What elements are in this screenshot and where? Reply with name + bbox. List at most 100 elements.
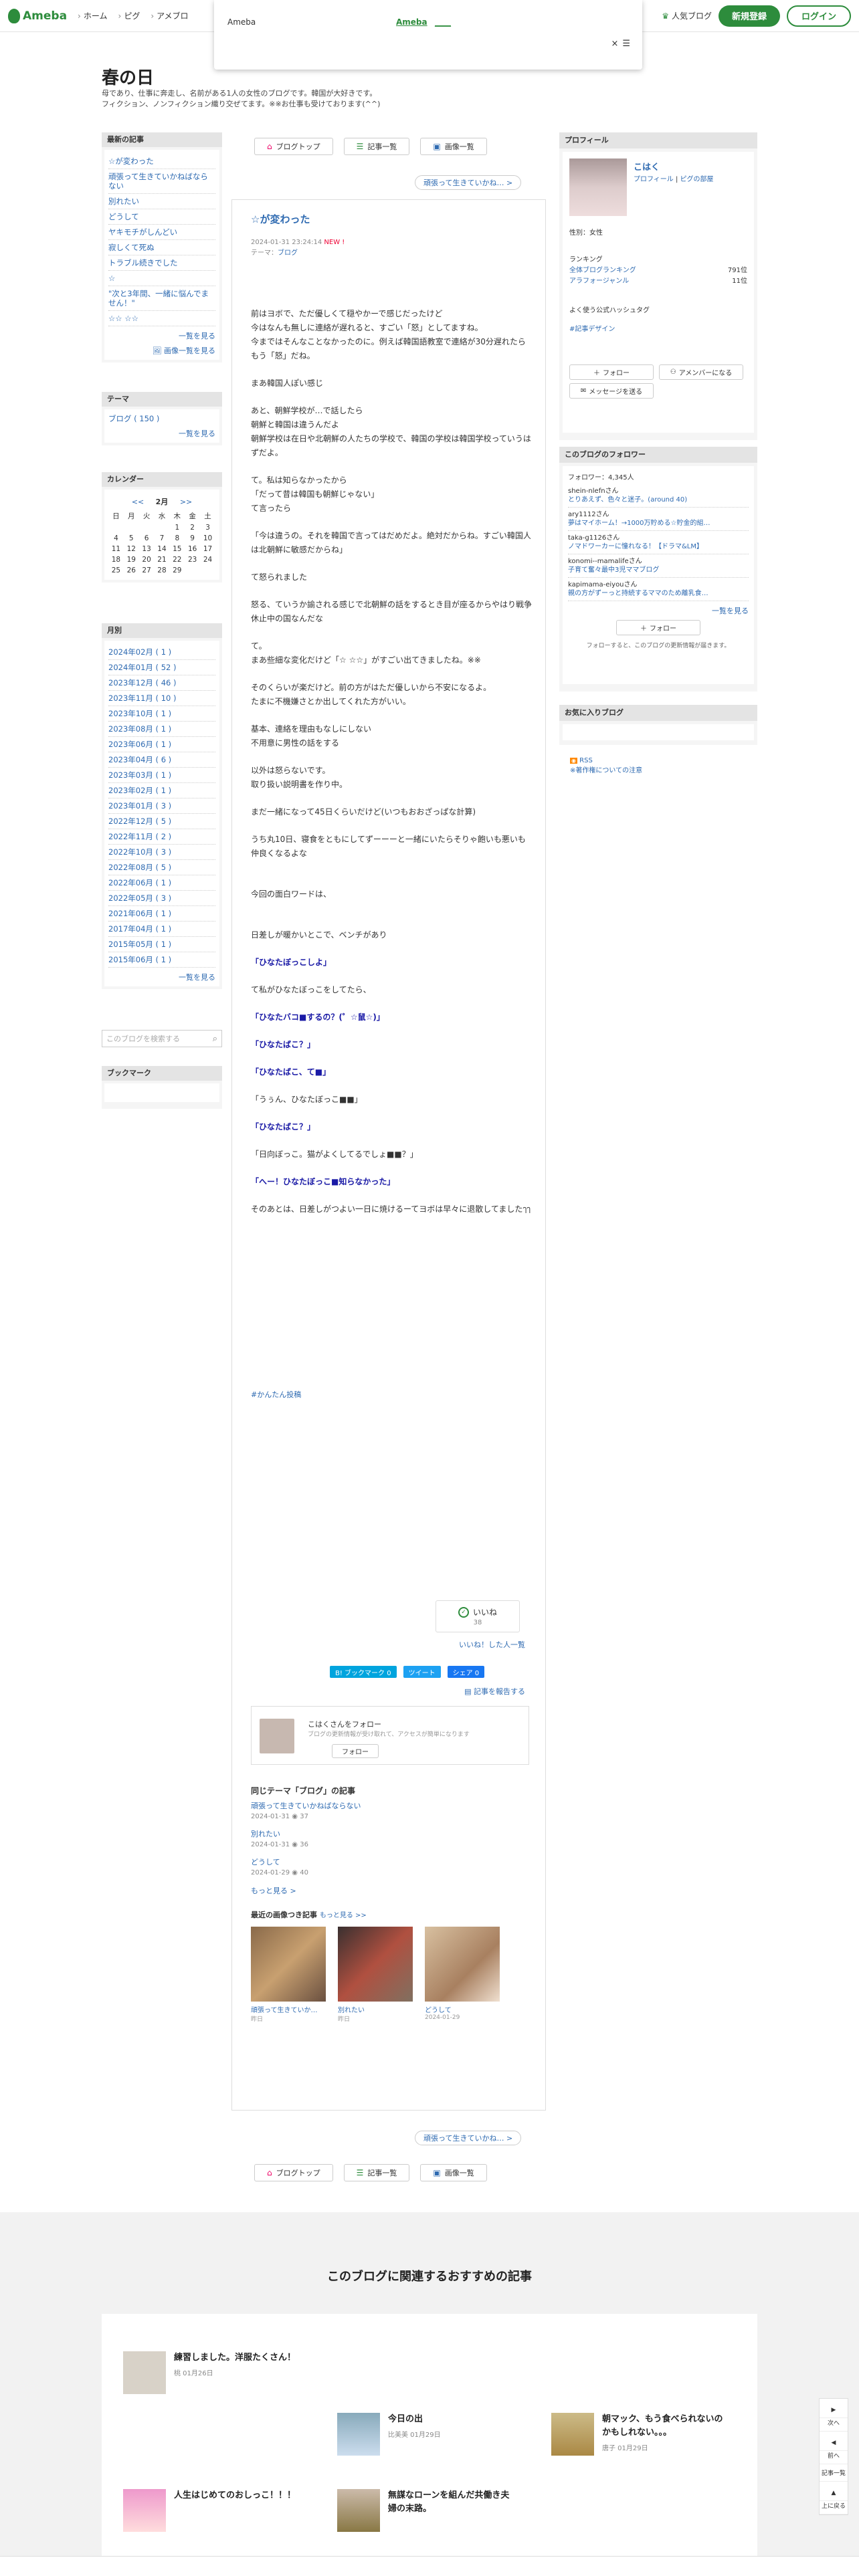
- recent-article-item[interactable]: ヤキモチがしんどい: [108, 225, 215, 240]
- nav-pigg[interactable]: ピグ: [118, 10, 140, 21]
- rss-link[interactable]: RSS: [579, 757, 593, 764]
- archive-item[interactable]: 2015年05月 ( 1 ): [108, 937, 215, 952]
- tweet-button[interactable]: ツイート: [403, 1666, 441, 1678]
- follower-item[interactable]: kapimama-eiyouさん 親の方がずーっと持続するママのため離乳食…: [568, 578, 749, 601]
- recent-image-more-link[interactable]: もっと見る >>: [320, 1912, 367, 1919]
- recent-image-article[interactable]: どうして 2024-01-29: [425, 1927, 500, 2023]
- calendar-day[interactable]: 19: [124, 554, 139, 565]
- calendar-day[interactable]: 25: [108, 565, 124, 576]
- calendar-day[interactable]: 5: [124, 533, 139, 544]
- archive-item[interactable]: 2023年06月 ( 1 ): [108, 737, 215, 752]
- search-icon[interactable]: ⌕: [213, 1034, 217, 1044]
- ameba-logo[interactable]: Ameba: [8, 8, 67, 23]
- recent-article-item[interactable]: 寂しくて死ぬ: [108, 240, 215, 255]
- hatena-bookmark-button[interactable]: B! ブックマーク 0: [330, 1666, 397, 1678]
- recommend-item[interactable]: 朝マック、もう食べられないのかもしれない。。。 唐子 01月29日: [551, 2413, 729, 2456]
- calendar-day[interactable]: [200, 565, 215, 576]
- recent-article-item[interactable]: "次と3年間、一緒に悩んでません！": [108, 286, 215, 311]
- archive-item[interactable]: 2023年04月 ( 6 ): [108, 752, 215, 768]
- calendar-day[interactable]: 12: [124, 544, 139, 554]
- calendar-day[interactable]: [108, 522, 124, 533]
- signup-button[interactable]: 新規登録: [718, 5, 780, 27]
- recommend-item[interactable]: 練習しました。洋服たくさん！ 桃 01月26日: [123, 2351, 301, 2394]
- calendar-day[interactable]: 6: [139, 533, 155, 544]
- recent-image-article[interactable]: 別れたい 昨日: [338, 1927, 413, 2023]
- blog-top-button[interactable]: ⌂ ブログトップ: [254, 138, 333, 155]
- recent-article-item[interactable]: トラブル続きでした: [108, 255, 215, 271]
- follower-item[interactable]: ary1112さん 夢はマイホーム！→1000万貯める☆貯金的組…: [568, 508, 749, 531]
- recent-article-item[interactable]: 別れたい: [108, 194, 215, 209]
- calendar-day[interactable]: 20: [139, 554, 155, 565]
- same-theme-more-link[interactable]: もっと見る >: [251, 1885, 452, 1896]
- nav-ameblo[interactable]: アメブロ: [151, 10, 188, 21]
- calendar-next[interactable]: >>: [180, 498, 192, 506]
- recommend-item[interactable]: 無謀なローンを組んだ共働き夫婦の末路。: [337, 2489, 515, 2532]
- follower-item[interactable]: shein-nlefnさん とりあえず、色々と迷子。(around 40): [568, 484, 749, 508]
- follower-item[interactable]: konomi--mamalifeさん 子育て奮々最中3児ママブログ: [568, 554, 749, 578]
- archive-item[interactable]: 2024年01月 ( 52 ): [108, 660, 215, 675]
- calendar-day[interactable]: [124, 522, 139, 533]
- archive-more-link[interactable]: 一覧を見る: [108, 972, 215, 982]
- archive-item[interactable]: 2023年03月 ( 1 ): [108, 768, 215, 783]
- recent-article-item[interactable]: ☆☆ ☆☆: [108, 311, 215, 326]
- archive-item[interactable]: 2024年02月 ( 1 ): [108, 645, 215, 660]
- theme-item[interactable]: ブログ ( 150 ): [108, 413, 215, 424]
- calendar-day[interactable]: 13: [139, 544, 155, 554]
- author-avatar[interactable]: [260, 1719, 294, 1753]
- followers-more-link[interactable]: 一覧を見る: [568, 605, 749, 616]
- article-hashtag[interactable]: #かんたん投稿: [251, 1389, 301, 1400]
- image-list-link[interactable]: 🖼 画像一覧を見る: [108, 345, 215, 356]
- profile-avatar[interactable]: [569, 158, 627, 216]
- login-button[interactable]: ログイン: [786, 5, 851, 27]
- theme-more-link[interactable]: 一覧を見る: [108, 428, 215, 439]
- float-next-button[interactable]: ▶ 次へ: [820, 2399, 848, 2432]
- archive-item[interactable]: 2022年05月 ( 3 ): [108, 891, 215, 906]
- archive-item[interactable]: 2021年06月 ( 1 ): [108, 906, 215, 922]
- calendar-day[interactable]: 22: [169, 554, 185, 565]
- archive-item[interactable]: 2017年04月 ( 1 ): [108, 922, 215, 937]
- ad-close-button[interactable]: × ☰: [611, 39, 630, 49]
- nav-home[interactable]: ホーム: [78, 10, 108, 21]
- rank-overall-link[interactable]: 全体ブログランキング: [569, 264, 636, 274]
- profile-name[interactable]: こはく: [634, 160, 660, 173]
- calendar-day[interactable]: 16: [185, 544, 200, 554]
- recent-article-item[interactable]: ☆: [108, 271, 215, 286]
- recommend-item[interactable]: 今日の出 比美美 01月29日: [337, 2413, 515, 2456]
- amember-button[interactable]: ⚇ アメンバーになる: [659, 364, 743, 380]
- recent-more-link[interactable]: 一覧を見る: [108, 330, 215, 341]
- article-list-button-bottom[interactable]: ☰ 記事一覧: [343, 2164, 410, 2181]
- calendar-prev[interactable]: <<: [132, 498, 144, 506]
- archive-item[interactable]: 2022年10月 ( 3 ): [108, 845, 215, 860]
- rank-genre-link[interactable]: アラフォージャンル: [569, 275, 629, 285]
- calendar-day[interactable]: 2: [185, 522, 200, 533]
- recent-article-item[interactable]: ☆が変わった: [108, 154, 215, 169]
- archive-item[interactable]: 2023年11月 ( 10 ): [108, 691, 215, 706]
- calendar-day[interactable]: [139, 522, 155, 533]
- follower-item[interactable]: taka-g1126さん ノマドワーカーに憧れなる！【ドラマ&LM】: [568, 531, 749, 554]
- archive-item[interactable]: 2022年12月 ( 5 ): [108, 814, 215, 829]
- calendar-day[interactable]: 10: [200, 533, 215, 544]
- facebook-share-button[interactable]: シェア 0: [447, 1666, 485, 1678]
- image-list-button[interactable]: ▣ 画像一覧: [420, 138, 487, 155]
- next-article-button-bottom[interactable]: 頑張って生きていかね… >: [415, 2131, 522, 2145]
- article-theme-link[interactable]: ブログ: [278, 249, 298, 257]
- calendar-day[interactable]: 23: [185, 554, 200, 565]
- archive-item[interactable]: 2022年11月 ( 2 ): [108, 829, 215, 845]
- same-theme-article[interactable]: 別れたい 2024-01-31 ◉ 36: [251, 1829, 452, 1850]
- calendar-day[interactable]: 15: [169, 544, 185, 554]
- calendar-day[interactable]: 4: [108, 533, 124, 544]
- calendar-day[interactable]: 9: [185, 533, 200, 544]
- popular-blog-link[interactable]: ♛ 人気ブログ: [662, 10, 712, 21]
- blog-top-button-bottom[interactable]: ⌂ ブログトップ: [254, 2164, 333, 2181]
- article-list-button[interactable]: ☰ 記事一覧: [343, 138, 410, 155]
- ad-link[interactable]: Ameba: [396, 17, 427, 27]
- recent-article-item[interactable]: 頑張って生きていかねばならない: [108, 169, 215, 194]
- archive-item[interactable]: 2023年12月 ( 46 ): [108, 675, 215, 691]
- calendar-day[interactable]: 1: [169, 522, 185, 533]
- calendar-day[interactable]: 29: [169, 565, 185, 576]
- same-theme-article[interactable]: どうして 2024-01-29 ◉ 40: [251, 1857, 452, 1879]
- calendar-day[interactable]: 28: [155, 565, 170, 576]
- float-prev-button[interactable]: ◀ 前へ: [820, 2432, 848, 2464]
- archive-item[interactable]: 2022年08月 ( 5 ): [108, 860, 215, 875]
- calendar-day[interactable]: 26: [124, 565, 139, 576]
